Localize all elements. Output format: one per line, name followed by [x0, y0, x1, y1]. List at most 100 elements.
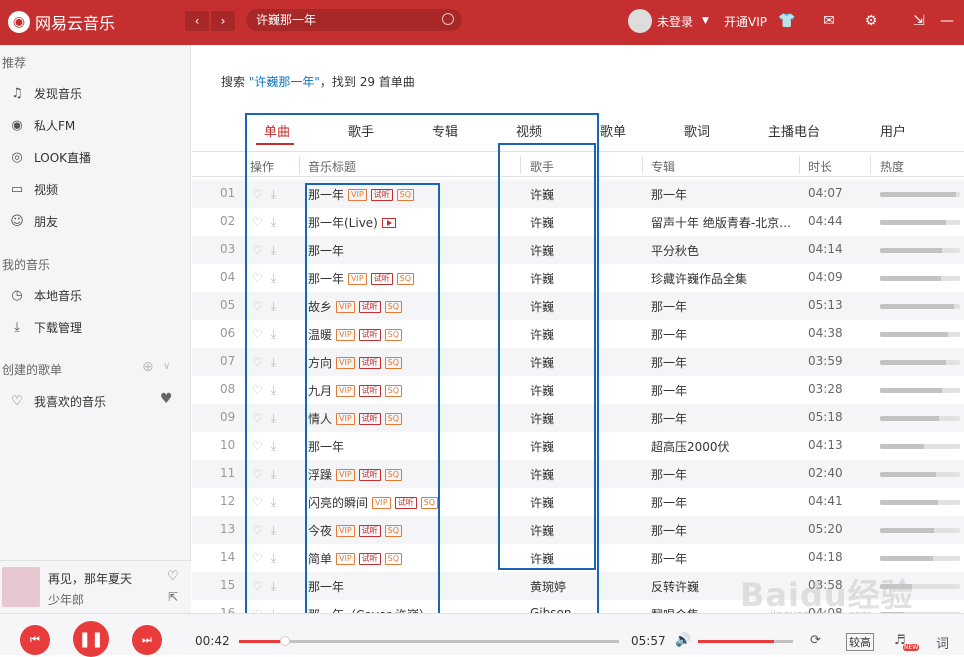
now-playing-title[interactable]: 再见，那年夏天 — [48, 570, 132, 587]
sidebar-item-look[interactable]: ◎ LOOK直播 — [8, 149, 91, 166]
table-row[interactable]: 04 ♡ ⤓ 那一年 VIP 试听 SQ 许巍 珍藏许巍作品全集 04:09 — [192, 264, 964, 292]
table-row[interactable]: 06 ♡ ⤓ 温暖 VIP 试听 SQ 许巍 那一年 04:38 — [192, 320, 964, 348]
song-album[interactable]: 平分秋色 — [651, 242, 801, 259]
song-album[interactable]: 留声十年 绝版青春-北京… — [651, 214, 801, 231]
song-title[interactable]: 那一年 — [308, 242, 344, 259]
song-album[interactable]: 那一年 — [651, 186, 801, 203]
download-icon[interactable]: ⤓ — [271, 467, 276, 482]
download-icon[interactable]: ⤓ — [271, 579, 276, 594]
song-artist[interactable]: 许巍 — [530, 522, 630, 539]
song-album[interactable]: 那一年 — [651, 522, 801, 539]
song-artist[interactable]: 许巍 — [530, 382, 630, 399]
song-artist[interactable]: Gibson — [530, 606, 630, 613]
download-icon[interactable]: ⤓ — [271, 495, 276, 510]
song-album[interactable]: 那一年 — [651, 466, 801, 483]
heart-icon[interactable]: ♡ — [252, 299, 263, 314]
album-cover[interactable] — [2, 567, 40, 607]
sidebar-item-fm[interactable]: ◉ 私人FM — [8, 117, 75, 134]
sidebar-item-downloads[interactable]: ⤓ 下载管理 — [8, 319, 82, 336]
loop-icon[interactable]: ⟳ — [810, 633, 821, 648]
search-input[interactable]: 许巍那一年 — [246, 9, 462, 31]
heart-icon[interactable]: ♡ — [252, 495, 263, 510]
song-title[interactable]: 九月 VIP 试听 SQ — [308, 382, 403, 399]
minimize-icon[interactable]: — — [938, 12, 956, 30]
song-artist[interactable]: 黄琬婷 — [530, 578, 630, 595]
song-artist[interactable]: 许巍 — [530, 550, 630, 567]
heart-icon[interactable]: ♡ — [252, 187, 263, 202]
heart-icon[interactable]: ♡ — [252, 215, 263, 230]
heart-icon[interactable]: ♡ — [252, 551, 263, 566]
lyric-button[interactable]: 词 — [936, 633, 949, 652]
song-artist[interactable]: 许巍 — [530, 410, 630, 427]
col-album[interactable]: 专辑 — [651, 158, 675, 175]
song-artist[interactable]: 许巍 — [530, 466, 630, 483]
table-row[interactable]: 05 ♡ ⤓ 故乡 VIP 试听 SQ 许巍 那一年 05:13 — [192, 292, 964, 320]
col-artist[interactable]: 歌手 — [530, 158, 554, 175]
collapse-icon[interactable]: ∨ — [163, 361, 170, 372]
pause-button[interactable]: ❚❚ — [73, 621, 109, 657]
table-row[interactable]: 13 ♡ ⤓ 今夜 VIP 试听 SQ 许巍 那一年 05:20 — [192, 516, 964, 544]
heart-icon[interactable]: ♡ — [252, 271, 263, 286]
heart-icon[interactable]: ♡ — [252, 243, 263, 258]
col-hot[interactable]: 热度 — [880, 158, 904, 175]
now-playing-artist[interactable]: 少年郎 — [48, 591, 84, 608]
download-icon[interactable]: ⤓ — [271, 439, 276, 454]
sidebar-item-liked[interactable]: ♡ 我喜欢的音乐 — [8, 393, 106, 410]
heart-icon[interactable]: ♡ — [252, 579, 263, 594]
table-row[interactable]: 12 ♡ ⤓ 闪亮的瞬间 VIP 试听 SQ 许巍 那一年 04:41 — [192, 488, 964, 516]
song-title[interactable]: 故乡 VIP 试听 SQ — [308, 298, 403, 315]
download-icon[interactable]: ⤓ — [271, 355, 276, 370]
back-button[interactable]: ‹ — [185, 11, 209, 31]
song-artist[interactable]: 许巍 — [530, 242, 630, 259]
song-album[interactable]: 那一年 — [651, 326, 801, 343]
forward-button[interactable]: › — [211, 11, 235, 31]
tab-radio[interactable]: 主播电台 — [768, 121, 820, 140]
tab-playlists[interactable]: 歌单 — [600, 121, 626, 140]
download-icon[interactable]: ⤓ — [271, 187, 276, 202]
sidebar-item-video[interactable]: ▭ 视频 — [8, 181, 58, 198]
song-artist[interactable]: 许巍 — [530, 494, 630, 511]
song-title[interactable]: 那一年 VIP 试听 SQ — [308, 186, 415, 203]
share-icon[interactable]: ⇱ — [168, 590, 178, 604]
table-row[interactable]: 11 ♡ ⤓ 浮躁 VIP 试听 SQ 许巍 那一年 02:40 — [192, 460, 964, 488]
progress-bar[interactable] — [239, 640, 619, 643]
heart-icon[interactable]: ♡ — [252, 383, 263, 398]
chevron-down-icon[interactable]: ▼ — [702, 16, 709, 26]
next-button[interactable]: ⏭ — [132, 625, 162, 655]
login-link[interactable]: 未登录 — [657, 13, 693, 30]
skin-icon[interactable]: 👕 — [778, 12, 796, 30]
sidebar-item-friends[interactable]: ☺ 朋友 — [8, 213, 58, 230]
table-row[interactable]: 10 ♡ ⤓ 那一年 许巍 超高压2000伏 04:13 — [192, 432, 964, 460]
song-title[interactable]: 那一年(Live) — [308, 214, 396, 231]
song-artist[interactable]: 许巍 — [530, 270, 630, 287]
song-album[interactable]: 那一年 — [651, 298, 801, 315]
song-title[interactable]: 那一年 — [308, 578, 344, 595]
now-playing-mini[interactable]: 再见，那年夏天 少年郎 ♡ ⇱ — [0, 560, 191, 612]
app-logo[interactable]: ◉ 网易云音乐 — [8, 10, 115, 34]
download-icon[interactable]: ⤓ — [271, 215, 276, 230]
table-row[interactable]: 01 ♡ ⤓ 那一年 VIP 试听 SQ 许巍 那一年 04:07 — [192, 180, 964, 208]
song-title[interactable]: 那一年 — [308, 438, 344, 455]
song-title[interactable]: 今夜 VIP 试听 SQ — [308, 522, 403, 539]
download-icon[interactable]: ⤓ — [271, 551, 276, 566]
heart-icon[interactable]: ♡ — [252, 523, 263, 538]
heart-icon[interactable]: ♡ — [252, 439, 263, 454]
like-icon[interactable]: ♡ — [167, 569, 179, 584]
song-artist[interactable]: 许巍 — [530, 326, 630, 343]
song-title[interactable]: 温暖 VIP 试听 SQ — [308, 326, 403, 343]
song-title[interactable]: 那一年（Cover 许巍） — [308, 606, 431, 613]
heart-icon[interactable]: ♡ — [252, 355, 263, 370]
song-title[interactable]: 情人 VIP 试听 SQ — [308, 410, 403, 427]
song-artist[interactable]: 许巍 — [530, 214, 630, 231]
download-icon[interactable]: ⤓ — [271, 383, 276, 398]
tab-lyrics[interactable]: 歌词 — [684, 121, 710, 140]
song-title[interactable]: 简单 VIP 试听 SQ — [308, 550, 403, 567]
col-title[interactable]: 音乐标题 — [308, 158, 356, 175]
song-artist[interactable]: 许巍 — [530, 438, 630, 455]
sidebar-item-local[interactable]: ◷ 本地音乐 — [8, 287, 82, 304]
download-icon[interactable]: ⤓ — [271, 327, 276, 342]
avatar[interactable] — [628, 9, 652, 33]
table-row[interactable]: 07 ♡ ⤓ 方向 VIP 试听 SQ 许巍 那一年 03:59 — [192, 348, 964, 376]
song-album[interactable]: 那一年 — [651, 410, 801, 427]
song-title[interactable]: 闪亮的瞬间 VIP 试听 SQ — [308, 494, 439, 511]
